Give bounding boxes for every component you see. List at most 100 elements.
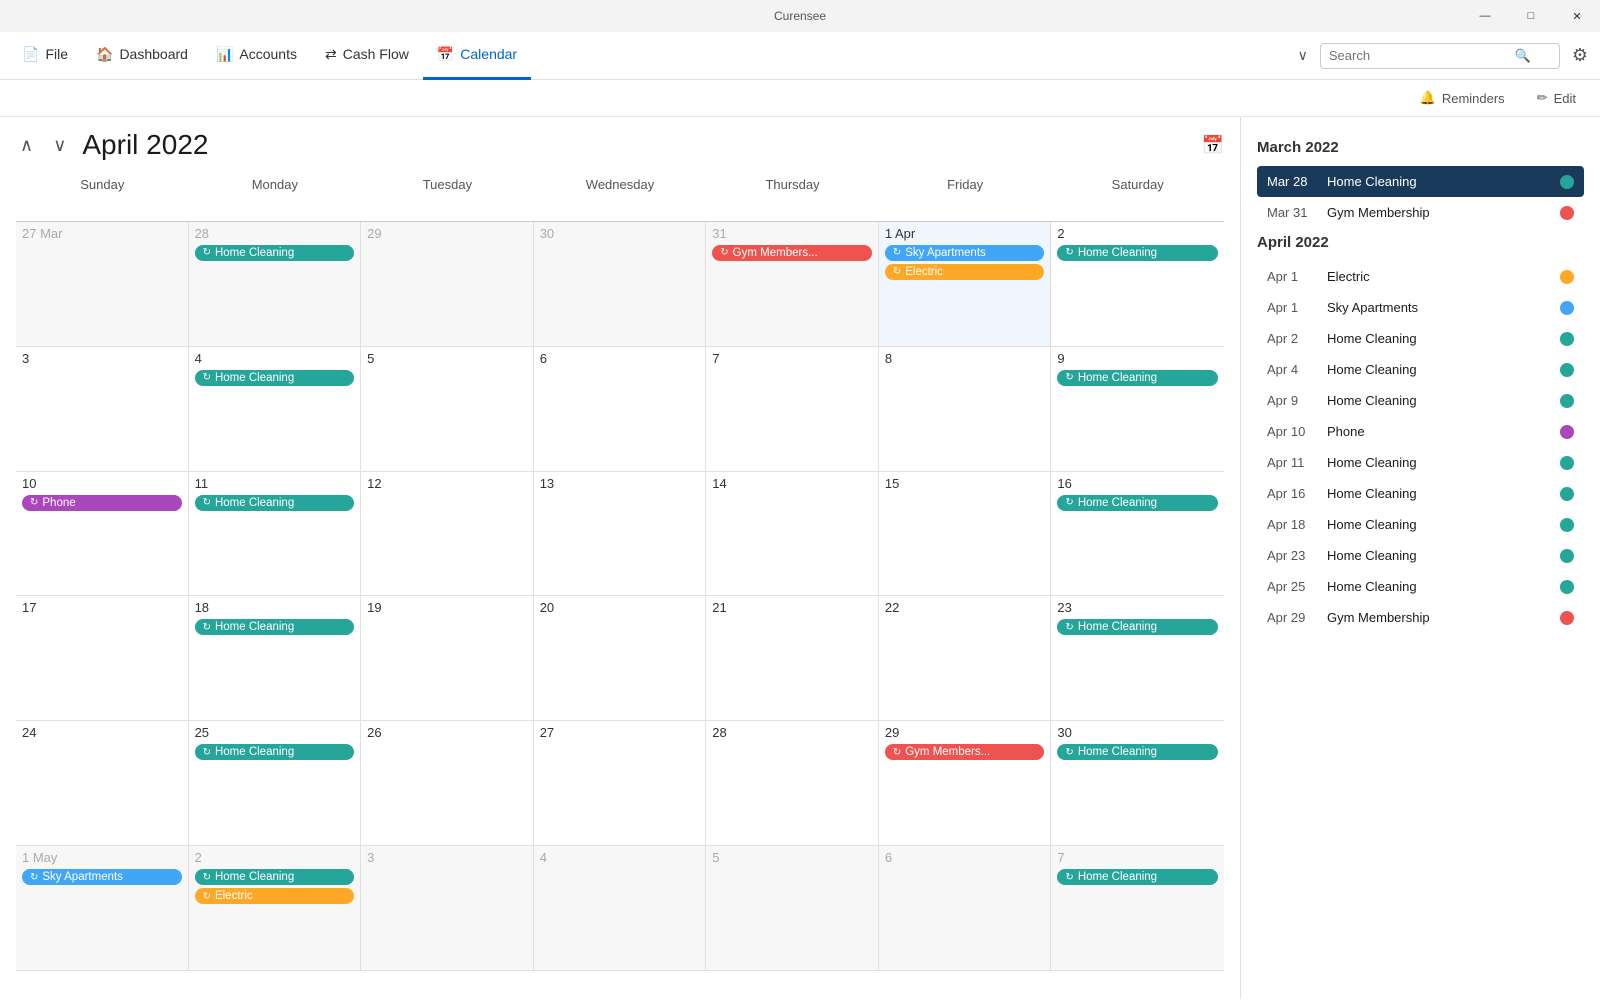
sidebar-item[interactable]: Apr 23 Home Cleaning [1257,540,1584,571]
sidebar-item[interactable]: Apr 25 Home Cleaning [1257,571,1584,602]
calendar-title: April 2022 [82,129,208,161]
day-cell[interactable]: 15 [879,472,1052,597]
day-cell[interactable]: 24 [16,721,189,846]
sidebar-item[interactable]: Apr 16 Home Cleaning [1257,478,1584,509]
event[interactable]: ↻Phone [22,495,182,511]
search-box[interactable]: 🔍 [1320,43,1560,69]
titlebar: Curensee — □ ✕ [0,0,1600,32]
event[interactable]: ↻Home Cleaning [1057,744,1218,760]
event[interactable]: ↻Gym Members... [712,245,872,261]
menubar-right: ∨ 🔍 ⚙ [1294,41,1592,70]
sidebar-item[interactable]: Apr 11 Home Cleaning [1257,447,1584,478]
day-cell[interactable]: 25↻Home Cleaning [189,721,362,846]
sidebar-item[interactable]: Apr 1 Sky Apartments [1257,292,1584,323]
day-cell[interactable]: 12 [361,472,534,597]
edit-button[interactable]: ✏ Edit [1529,86,1584,110]
sidebar-date: Apr 1 [1267,300,1327,315]
menu-dashboard[interactable]: 🏠 Dashboard [82,32,202,80]
close-button[interactable]: ✕ [1554,0,1600,32]
day-cell[interactable]: 5 [361,347,534,472]
event[interactable]: ↻Home Cleaning [1057,245,1218,261]
menu-calendar[interactable]: 📅 Calendar [423,32,531,80]
sidebar-dot [1560,456,1574,470]
sidebar-item[interactable]: Apr 1 Electric [1257,261,1584,292]
sidebar-item[interactable]: Apr 18 Home Cleaning [1257,509,1584,540]
day-cell[interactable]: 6 [534,347,707,472]
event[interactable]: ↻Home Cleaning [1057,495,1218,511]
day-cell[interactable]: 30↻Home Cleaning [1051,721,1224,846]
recurring-icon: ↻ [893,247,901,258]
event[interactable]: ↻Home Cleaning [1057,869,1218,885]
minimize-button[interactable]: — [1462,0,1508,32]
event[interactable]: ↻Home Cleaning [1057,619,1218,635]
day-cell-today[interactable]: 1 Apr↻Sky Apartments↻Electric [879,222,1052,347]
day-cell[interactable]: 29 [361,222,534,347]
event[interactable]: ↻Home Cleaning [195,619,355,635]
day-cell[interactable]: 9↻Home Cleaning [1051,347,1224,472]
search-input[interactable] [1329,48,1509,63]
sidebar-item[interactable]: Apr 10 Phone [1257,416,1584,447]
prev-month-button[interactable]: ∧ [16,133,37,158]
event[interactable]: ↻Electric [885,264,1045,280]
search-dropdown-btn[interactable]: ∨ [1294,45,1312,66]
day-cell[interactable]: 8 [879,347,1052,472]
day-cell[interactable]: 30 [534,222,707,347]
sidebar-item[interactable]: Apr 29 Gym Membership [1257,602,1584,633]
day-cell[interactable]: 27 Mar [16,222,189,347]
day-cell[interactable]: 18↻Home Cleaning [189,596,362,721]
maximize-button[interactable]: □ [1508,0,1554,32]
day-cell[interactable]: 31↻Gym Members... [706,222,879,347]
event[interactable]: ↻Sky Apartments [22,869,182,885]
day-cell[interactable]: 3 [361,846,534,971]
sidebar-item[interactable]: Apr 9 Home Cleaning [1257,385,1584,416]
day-cell[interactable]: 2↻Home Cleaning [1051,222,1224,347]
event[interactable]: ↻Electric [195,888,355,904]
sidebar-item[interactable]: Mar 28 Home Cleaning [1257,166,1584,197]
menu-accounts[interactable]: 📊 Accounts [202,32,311,80]
event[interactable]: ↻Home Cleaning [195,370,355,386]
day-cell[interactable]: 2↻Home Cleaning↻Electric [189,846,362,971]
sidebar-item[interactable]: Mar 31 Gym Membership [1257,197,1584,228]
day-cell[interactable]: 6 [879,846,1052,971]
settings-button[interactable]: ⚙ [1568,41,1592,70]
event[interactable]: ↻Gym Members... [885,744,1045,760]
menu-file[interactable]: 📄 File [8,32,82,80]
day-cell[interactable]: 5 [706,846,879,971]
day-cell[interactable]: 20 [534,596,707,721]
day-cell[interactable]: 14 [706,472,879,597]
day-cell[interactable]: 1 May↻Sky Apartments [16,846,189,971]
event[interactable]: ↻Home Cleaning [195,495,355,511]
day-header-fri: Friday [879,173,1052,222]
day-cell[interactable]: 16↻Home Cleaning [1051,472,1224,597]
day-cell[interactable]: 17 [16,596,189,721]
day-cell[interactable]: 11↻Home Cleaning [189,472,362,597]
day-cell[interactable]: 7 [706,347,879,472]
day-cell[interactable]: 28 [706,721,879,846]
day-cell[interactable]: 27 [534,721,707,846]
sidebar-event-name: Gym Membership [1327,205,1552,220]
next-month-button[interactable]: ∨ [49,133,70,158]
event[interactable]: ↻Sky Apartments [885,245,1045,261]
sidebar-item[interactable]: Apr 2 Home Cleaning [1257,323,1584,354]
day-cell[interactable]: 19 [361,596,534,721]
calendar-grid-icon[interactable]: 📅 [1202,135,1224,156]
day-cell[interactable]: 26 [361,721,534,846]
event[interactable]: ↻Home Cleaning [1057,370,1218,386]
reminders-button[interactable]: 🔔 Reminders [1412,86,1513,110]
day-cell[interactable]: 10↻Phone [16,472,189,597]
day-cell[interactable]: 23↻Home Cleaning [1051,596,1224,721]
event[interactable]: ↻Home Cleaning [195,744,355,760]
day-cell[interactable]: 4↻Home Cleaning [189,347,362,472]
day-cell[interactable]: 7↻Home Cleaning [1051,846,1224,971]
day-cell[interactable]: 4 [534,846,707,971]
day-cell[interactable]: 28↻Home Cleaning [189,222,362,347]
event[interactable]: ↻Home Cleaning [195,245,355,261]
menu-cashflow[interactable]: ⇄ Cash Flow [311,32,423,80]
day-cell[interactable]: 22 [879,596,1052,721]
event[interactable]: ↻Home Cleaning [195,869,355,885]
day-cell[interactable]: 29↻Gym Members... [879,721,1052,846]
day-cell[interactable]: 13 [534,472,707,597]
day-cell[interactable]: 3 [16,347,189,472]
day-cell[interactable]: 21 [706,596,879,721]
sidebar-item[interactable]: Apr 4 Home Cleaning [1257,354,1584,385]
